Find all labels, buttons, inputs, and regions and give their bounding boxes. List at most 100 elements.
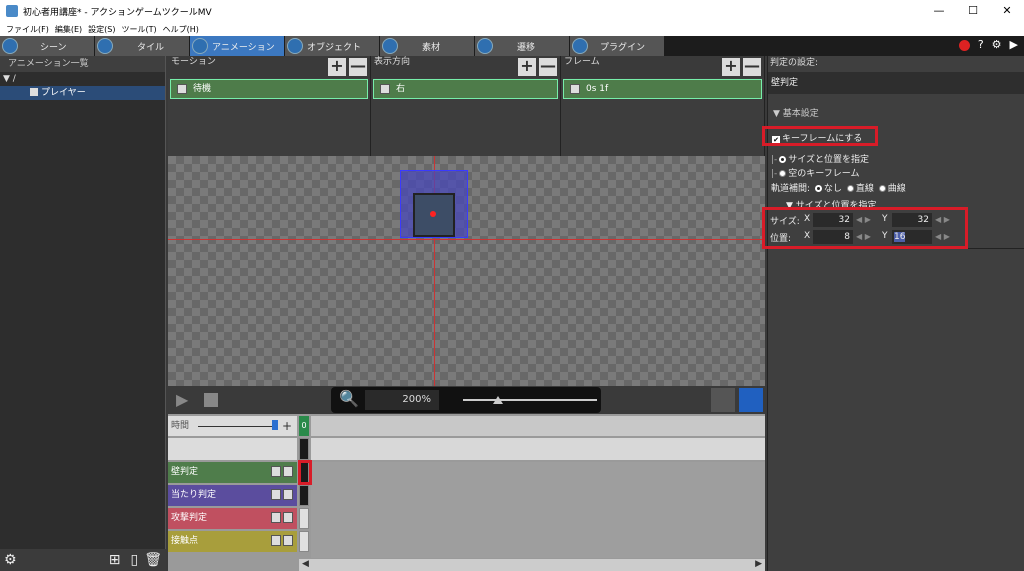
play-icon[interactable]: ▶ (176, 390, 188, 409)
origin-point[interactable] (430, 211, 436, 217)
keyframe-cell-attack[interactable] (299, 508, 309, 529)
frame-item[interactable]: 0s 1f (563, 79, 762, 99)
animation-list-toolbar: ⚙ ⊞ ▯ 🗑 (0, 549, 166, 571)
tab-material[interactable]: 素材 (380, 36, 475, 56)
tab-transition[interactable]: 遷移 (475, 36, 570, 56)
menu-settings[interactable]: 設定(S) (88, 24, 115, 35)
tree-item-player[interactable]: プレイヤー (0, 86, 165, 100)
timeline-blank-row (168, 438, 297, 460)
close-button[interactable]: ✕ (990, 0, 1024, 22)
keyframe-cell-hit[interactable] (299, 485, 309, 506)
time-scale-knob[interactable] (272, 420, 278, 430)
frame-marker[interactable]: 0 (299, 416, 309, 436)
scroll-right-icon[interactable]: ▶ (755, 559, 762, 569)
delete-trash-icon[interactable]: 🗑 (144, 552, 162, 568)
direction-column: 表示方向 + — 右 (371, 56, 561, 156)
eye-icon[interactable] (283, 535, 293, 546)
tab-object[interactable]: オブジェクト (285, 36, 380, 56)
menu-file[interactable]: ファイル(F) (6, 24, 49, 35)
animation-canvas[interactable] (168, 156, 765, 386)
frame-icon (570, 84, 580, 94)
play-test-button[interactable]: ▶ (1010, 38, 1018, 51)
lock-icon[interactable] (271, 512, 281, 523)
time-zoom-in-icon[interactable]: + (282, 416, 292, 436)
time-scale: 時間 + (168, 416, 297, 436)
lock-icon[interactable] (271, 489, 281, 500)
motion-header: モーション + — (168, 56, 370, 78)
timeline-scrollbar[interactable]: ◀ ▶ (299, 559, 765, 571)
empty-keyframe-radio[interactable] (779, 170, 787, 177)
frame-header: フレーム + — (561, 56, 764, 78)
timeline-area[interactable] (311, 462, 765, 558)
add-folder-icon[interactable]: ⊞ (109, 552, 121, 568)
highlight-size-position (762, 207, 968, 249)
material-icon (382, 38, 398, 54)
size-position-radio[interactable] (779, 156, 787, 163)
add-item-icon[interactable]: ▯ (131, 552, 139, 568)
track-wall[interactable]: 壁判定 (168, 462, 297, 483)
keyframe-cell-contact[interactable] (299, 531, 309, 552)
interp-none-radio[interactable] (814, 185, 822, 192)
playback-controls: ▶ 🔍 200% (168, 386, 765, 414)
zoom-slider[interactable] (463, 399, 597, 401)
motion-item[interactable]: 待機 (170, 79, 368, 99)
tab-scene[interactable]: シーン (0, 36, 95, 56)
zoom-magnifier-icon: 🔍 (339, 389, 359, 408)
grid-toggle-icon[interactable] (739, 388, 763, 412)
motion-columns: モーション + — 待機 表示方向 + — 右 フレーム + — 0s 1f (168, 56, 765, 156)
settings-gear-icon[interactable]: ⚙ (992, 38, 1002, 51)
eye-icon[interactable] (283, 512, 293, 523)
add-direction-button[interactable]: + (518, 58, 536, 76)
frame-column: フレーム + — 0s 1f (561, 56, 765, 156)
basic-settings-section[interactable]: ▼ 基本設定 (773, 106, 1024, 119)
eye-icon[interactable] (283, 466, 293, 477)
remove-direction-button[interactable]: — (539, 58, 557, 76)
scroll-left-icon[interactable]: ◀ (302, 559, 309, 569)
menu-edit[interactable]: 編集(E) (55, 24, 82, 35)
zoom-slider-knob[interactable] (493, 396, 503, 404)
wall-hitbox[interactable] (400, 170, 468, 238)
menu-help[interactable]: ヘルプ(H) (163, 24, 199, 35)
lock-icon[interactable] (271, 466, 281, 477)
timeline-cell[interactable] (299, 438, 309, 460)
record-icon[interactable] (958, 40, 970, 51)
tree-root[interactable]: ▼ / (0, 72, 165, 86)
track-hit[interactable]: 当たり判定 (168, 485, 297, 506)
plugin-icon (572, 38, 588, 54)
timeline-ruler[interactable] (311, 416, 765, 436)
motion-column: モーション + — 待機 (168, 56, 371, 156)
list-settings-gear-icon[interactable]: ⚙ (4, 552, 17, 568)
size-position-option[interactable]: |- サイズと位置を指定 (768, 152, 1024, 165)
interp-linear-radio[interactable] (846, 185, 854, 192)
remove-motion-button[interactable]: — (349, 58, 367, 76)
empty-keyframe-option[interactable]: |- 空のキーフレーム (768, 166, 1024, 179)
minimize-button[interactable]: — (922, 0, 956, 22)
zoom-input[interactable]: 200% (365, 390, 439, 410)
animation-icon (192, 38, 208, 54)
tab-tile[interactable]: タイル (95, 36, 190, 56)
stop-icon[interactable] (204, 393, 218, 407)
highlight-keyframe-option (762, 126, 878, 146)
direction-item[interactable]: 右 (373, 79, 558, 99)
time-scale-slider[interactable] (198, 426, 272, 427)
window-title: 初心者用講座* - アクションゲームツクールMV (23, 7, 212, 18)
interp-curve-radio[interactable] (878, 185, 886, 192)
add-motion-button[interactable]: + (328, 58, 346, 76)
help-button[interactable]: ? (978, 38, 984, 51)
eye-icon[interactable] (283, 489, 293, 500)
zoom-control: 🔍 200% (331, 387, 601, 413)
lock-icon[interactable] (271, 535, 281, 546)
add-frame-button[interactable]: + (722, 58, 740, 76)
tab-plugin[interactable]: プラグイン (570, 36, 665, 56)
remove-frame-button[interactable]: — (743, 58, 761, 76)
menu-tools[interactable]: ツール(T) (121, 24, 156, 35)
interpolation-row: 軌道補間: なし 直線 曲線 (771, 184, 906, 194)
settings-header: 判定の設定: (770, 58, 819, 68)
tab-animation[interactable]: アニメーション (190, 36, 285, 56)
horizontal-origin-line (168, 239, 765, 240)
maximize-button[interactable]: ☐ (956, 0, 990, 22)
track-contact[interactable]: 接触点 (168, 531, 297, 552)
timeline-area-top[interactable] (311, 438, 765, 460)
view-toggle-icon[interactable] (711, 388, 735, 412)
track-attack[interactable]: 攻撃判定 (168, 508, 297, 529)
